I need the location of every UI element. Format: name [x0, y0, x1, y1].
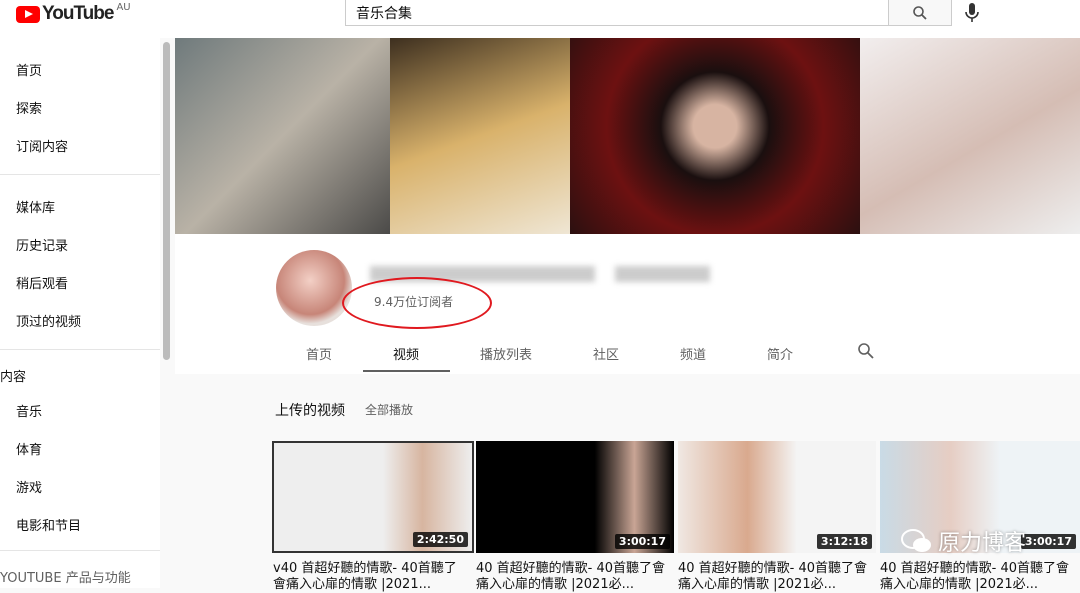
channel-header: 9.4万位订阅者 首页 视频 播放列表 社区 频道 简介: [175, 234, 1080, 374]
top-bar: YouTube AU 音乐合集: [0, 0, 1080, 38]
sidebar-scrollbar[interactable]: [163, 42, 170, 360]
sidebar-section-heading: 内容: [0, 370, 27, 385]
sidebar-footer-heading: YOUTUBE 产品与功能: [0, 571, 131, 586]
video-duration: 3:00:17: [1020, 534, 1076, 549]
sidebar-item-library[interactable]: 媒体库: [16, 197, 55, 216]
sidebar-item-sports[interactable]: 体育: [16, 439, 42, 458]
video-title[interactable]: 40 首超好聽的情歌- 40首聽了會痛入心扉的情歌 |2021必...: [678, 561, 874, 593]
sidebar-item-music[interactable]: 音乐: [16, 401, 42, 420]
active-tab-indicator: [363, 370, 450, 372]
tab-playlists[interactable]: 播放列表: [480, 344, 532, 363]
tab-about[interactable]: 简介: [767, 344, 793, 363]
youtube-logo[interactable]: YouTube AU: [16, 1, 131, 25]
channel-banner: [175, 38, 1080, 234]
sidebar-item-liked-videos[interactable]: 顶过的视频: [16, 311, 81, 330]
logo-text: YouTube: [42, 3, 114, 24]
video-title[interactable]: 40 首超好聽的情歌- 40首聽了會痛入心扉的情歌 |2021必...: [880, 561, 1076, 593]
video-duration: 3:00:17: [614, 534, 670, 549]
section-title: 上传的视频: [275, 403, 345, 419]
sidebar-item-movies[interactable]: 电影和节目: [16, 515, 81, 534]
tab-videos[interactable]: 视频: [393, 344, 419, 363]
channel-avatar[interactable]: [276, 250, 352, 326]
watermark: 原力博客: [900, 525, 1026, 557]
sidebar-item-explore[interactable]: 探索: [16, 98, 42, 117]
sidebar-item-subscriptions[interactable]: 订阅内容: [16, 136, 68, 155]
sidebar: 首页 探索 订阅内容 媒体库 历史记录 稍后观看 顶过的视频 内容 音乐 体育 …: [0, 38, 160, 588]
video-thumbnail[interactable]: 3:12:18: [678, 441, 876, 553]
search-button[interactable]: [888, 0, 952, 26]
tab-community[interactable]: 社区: [593, 344, 619, 363]
video-title[interactable]: 40 首超好聽的情歌- 40首聽了會痛入心扉的情歌 |2021必...: [476, 561, 672, 593]
video-thumbnail[interactable]: 3:00:17: [476, 441, 674, 553]
divider: [0, 174, 160, 175]
video-thumbnail[interactable]: 2:42:50: [272, 441, 474, 553]
video-duration: 2:42:50: [412, 532, 468, 547]
play-all-button[interactable]: 全部播放: [365, 401, 413, 418]
sidebar-item-history[interactable]: 历史记录: [16, 235, 68, 254]
tab-channels[interactable]: 频道: [680, 344, 706, 363]
search-input[interactable]: 音乐合集: [345, 0, 889, 26]
channel-search-icon[interactable]: [857, 342, 875, 360]
annotation-ellipse: [342, 277, 492, 329]
wechat-icon: [901, 529, 931, 552]
search-icon: [913, 6, 927, 20]
video-title[interactable]: v40 首超好聽的情歌- 40首聽了會痛入心扉的情歌 |2021...: [273, 561, 469, 593]
divider: [0, 550, 160, 551]
divider: [0, 349, 160, 350]
microphone-icon[interactable]: [962, 2, 982, 24]
region-label: AU: [116, 1, 131, 13]
tab-home[interactable]: 首页: [306, 344, 332, 363]
sidebar-item-watch-later[interactable]: 稍后观看: [16, 273, 68, 292]
youtube-play-icon: [16, 5, 40, 23]
sidebar-item-home[interactable]: 首页: [16, 60, 42, 79]
video-duration: 3:12:18: [816, 534, 872, 549]
blurred-channel-name: [615, 266, 710, 282]
watermark-text: 原力博客: [938, 531, 1027, 556]
sidebar-item-gaming[interactable]: 游戏: [16, 477, 42, 496]
